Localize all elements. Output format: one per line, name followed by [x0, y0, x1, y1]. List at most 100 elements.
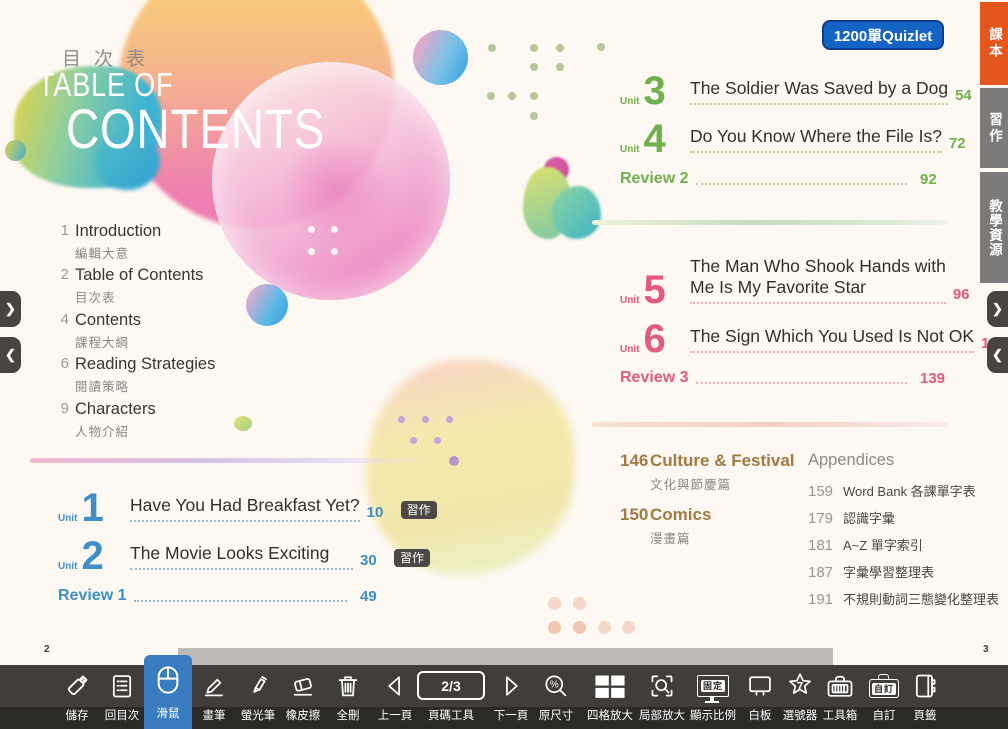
dot-decoration	[308, 248, 315, 255]
entry-title: Characters	[75, 400, 156, 418]
unit-word: Unit	[620, 295, 639, 306]
teal-dot-decoration	[5, 140, 26, 161]
right-page-corner-number: 3	[983, 644, 989, 655]
quad-zoom-icon	[592, 665, 628, 706]
entry-title: Table of Contents	[75, 266, 203, 284]
unit-word: Unit	[58, 513, 77, 524]
zoom-original-icon: %	[542, 665, 570, 706]
list-item: 187 字彙學習整理表	[808, 562, 934, 581]
highlighter-tool-button[interactable]: 螢光筆	[233, 665, 283, 729]
delete-all-button[interactable]: 全刪	[323, 665, 373, 729]
page-title-line2: CONTENTS	[66, 96, 325, 161]
page-tabs-button[interactable]: 頁籤	[900, 665, 950, 729]
entry-title: 字彙學習整理表	[843, 562, 934, 581]
unit-page-number: 30	[360, 552, 388, 570]
entry-subtitle: 編輯大意	[75, 243, 161, 262]
dot-decoration	[530, 63, 538, 71]
unit-number: 2	[81, 537, 103, 575]
page-number: 2	[55, 266, 69, 306]
tab-workbook[interactable]: 習作	[980, 88, 1008, 168]
display-ratio-button[interactable]: 固定 顯示比例	[688, 665, 738, 729]
page-indicator-box: 2/3	[417, 665, 485, 706]
list-item: 159 Word Bank 各課單字表	[808, 481, 976, 500]
mouse-tool-button[interactable]: 滑鼠	[144, 655, 192, 729]
back-to-toc-button[interactable]: 回目次	[97, 665, 147, 729]
next-arrow-button[interactable]: ❯	[987, 291, 1008, 327]
unit-number: 1	[81, 489, 103, 527]
workbook-badge[interactable]: 習作	[401, 501, 437, 519]
page-number: 159	[808, 483, 834, 500]
page-number-tool[interactable]: 2/3 頁碼工具	[411, 665, 491, 729]
page-number: 179	[808, 510, 834, 527]
unit-title: The Movie Looks Exciting	[130, 543, 329, 563]
dot-decoration	[597, 43, 605, 51]
pen-tool-button[interactable]: 畫筆	[189, 665, 239, 729]
next-arrow-button[interactable]: ❯	[0, 291, 21, 327]
dot-decoration	[487, 92, 495, 100]
unit-row: Unit1 Have You Had Breakfast Yet? 10 習作	[58, 480, 430, 522]
dotted-leader	[134, 600, 347, 602]
olive-dot-decoration	[234, 416, 252, 431]
page-indicator[interactable]: 2/3	[417, 671, 485, 700]
horizontal-scrollbar[interactable]	[178, 648, 833, 665]
next-page-icon	[497, 665, 525, 706]
review-row: Review 2 92	[620, 167, 948, 189]
dot-decoration	[530, 44, 538, 52]
next-page-button[interactable]: 下一頁	[486, 665, 536, 729]
dot-decoration	[556, 63, 564, 71]
review-row: Review 3 139	[620, 366, 948, 388]
mouse-icon	[152, 655, 184, 704]
bottom-toolbar: 儲存 回目次 滑鼠 畫筆 螢光筆 橡皮擦 全刪 上一頁	[0, 665, 1008, 729]
dot-decoration	[556, 44, 564, 52]
list-item: 9 Characters 人物介紹	[55, 400, 156, 440]
toc-icon	[108, 665, 136, 706]
unit-word: Unit	[620, 344, 639, 355]
unit-title: Do You Know Where the File Is?	[690, 126, 942, 146]
toolbox-icon	[825, 665, 855, 706]
eraser-tool-button[interactable]: 橡皮擦	[278, 665, 328, 729]
page-number: 4	[55, 311, 69, 351]
dot-decoration	[548, 597, 561, 610]
section-page-number: 150	[620, 505, 650, 547]
unit-title: Me Is My Favorite Star	[690, 277, 866, 297]
unit-title: Have You Had Breakfast Yet?	[130, 495, 360, 515]
page-number: 9	[55, 400, 69, 440]
unit-page-number: 10	[367, 504, 395, 522]
quad-zoom-button[interactable]: 四格放大	[585, 665, 635, 729]
workbook-badge[interactable]: 習作	[394, 549, 430, 567]
unit-number: 3	[643, 72, 665, 110]
unit-number: 5	[643, 271, 665, 309]
entry-title: Reading Strategies	[75, 355, 215, 373]
ebook-reader: 目次表 TABLE OF CONTENTS 1200單Quizlet 1 Int…	[0, 0, 1008, 729]
page-number: 191	[808, 591, 834, 608]
original-size-button[interactable]: % 原尺寸	[531, 665, 581, 729]
blue-pink-circle-decoration	[413, 30, 468, 85]
section-page-number: 146	[620, 451, 650, 493]
eraser-icon	[289, 665, 317, 706]
region-zoom-button[interactable]: 局部放大	[637, 665, 687, 729]
divider-dot	[449, 456, 459, 466]
quizlet-button[interactable]: 1200單Quizlet	[822, 20, 944, 50]
tab-teaching-resources[interactable]: 教學資源	[980, 172, 1008, 283]
prev-arrow-button[interactable]: ❮	[987, 337, 1008, 373]
page-tab-icon	[911, 665, 939, 706]
unit-row: Unit2 The Movie Looks Exciting 30 習作	[58, 528, 430, 570]
divider	[30, 458, 428, 463]
toolbox-button[interactable]: 工具箱	[815, 665, 865, 729]
appendices-heading: Appendices	[808, 451, 894, 470]
section-row: 150 Comics 漫畫篇	[620, 505, 711, 547]
dot-decoration	[410, 437, 417, 444]
entry-title: 不規則動詞三態變化整理表	[843, 589, 999, 608]
highlighter-icon	[244, 665, 272, 706]
entry-subtitle: 課程大綱	[75, 332, 141, 351]
dot-decoration	[434, 437, 441, 444]
save-button[interactable]: 儲存	[52, 665, 102, 729]
section-subtitle: 文化與節慶篇	[650, 474, 795, 493]
section-row: 146 Culture & Festival 文化與節慶篇	[620, 451, 795, 493]
dotted-leader	[696, 183, 907, 185]
dot-decoration	[422, 416, 429, 423]
pen-icon	[200, 665, 228, 706]
prev-arrow-button[interactable]: ❮	[0, 337, 21, 373]
review-label: Review 2	[620, 170, 688, 189]
tab-textbook[interactable]: 課本	[980, 2, 1008, 85]
